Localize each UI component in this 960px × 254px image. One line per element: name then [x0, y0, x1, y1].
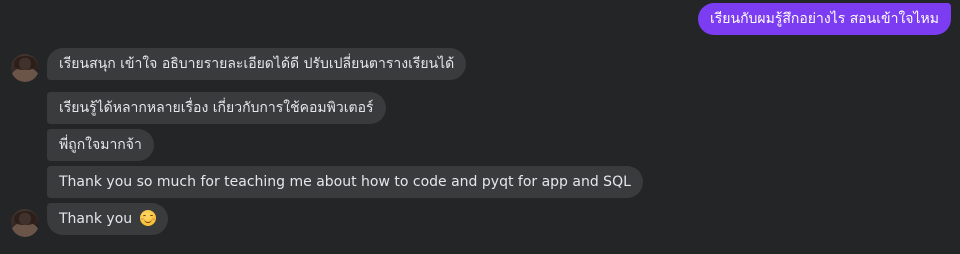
message-thread: เรียนกับผมรู้สึกอย่างไร สอนเข้าใจไหม เรี…: [0, 0, 960, 254]
contact-avatar[interactable]: [11, 54, 39, 82]
incoming-message-bubble[interactable]: พี่ถูกใจมากจ้า: [47, 129, 154, 161]
incoming-message-bubble[interactable]: Thank you so much for teaching me about …: [47, 166, 643, 198]
emoji-cheek: [140, 218, 144, 220]
message-text: Thank you: [59, 211, 133, 227]
contact-avatar[interactable]: [11, 209, 39, 237]
incoming-message-bubble[interactable]: เรียนสนุก เข้าใจ อธิบายรายละเอียดได้ดี ป…: [47, 48, 467, 80]
emoji-cheek: [151, 218, 155, 220]
incoming-message-bubble[interactable]: Thank you: [47, 203, 168, 235]
avatar-hair: [14, 211, 36, 225]
avatar-hair: [14, 56, 36, 70]
incoming-message-bubble[interactable]: เรียนรู้ได้หลากหลายเรื่อง เกี่ยวกับการใช…: [47, 92, 386, 124]
emoji-eye: [149, 215, 153, 217]
outgoing-message-bubble[interactable]: เรียนกับผมรู้สึกอย่างไร สอนเข้าใจไหม: [697, 3, 951, 35]
smiling-face-emoji-icon: [139, 210, 156, 226]
